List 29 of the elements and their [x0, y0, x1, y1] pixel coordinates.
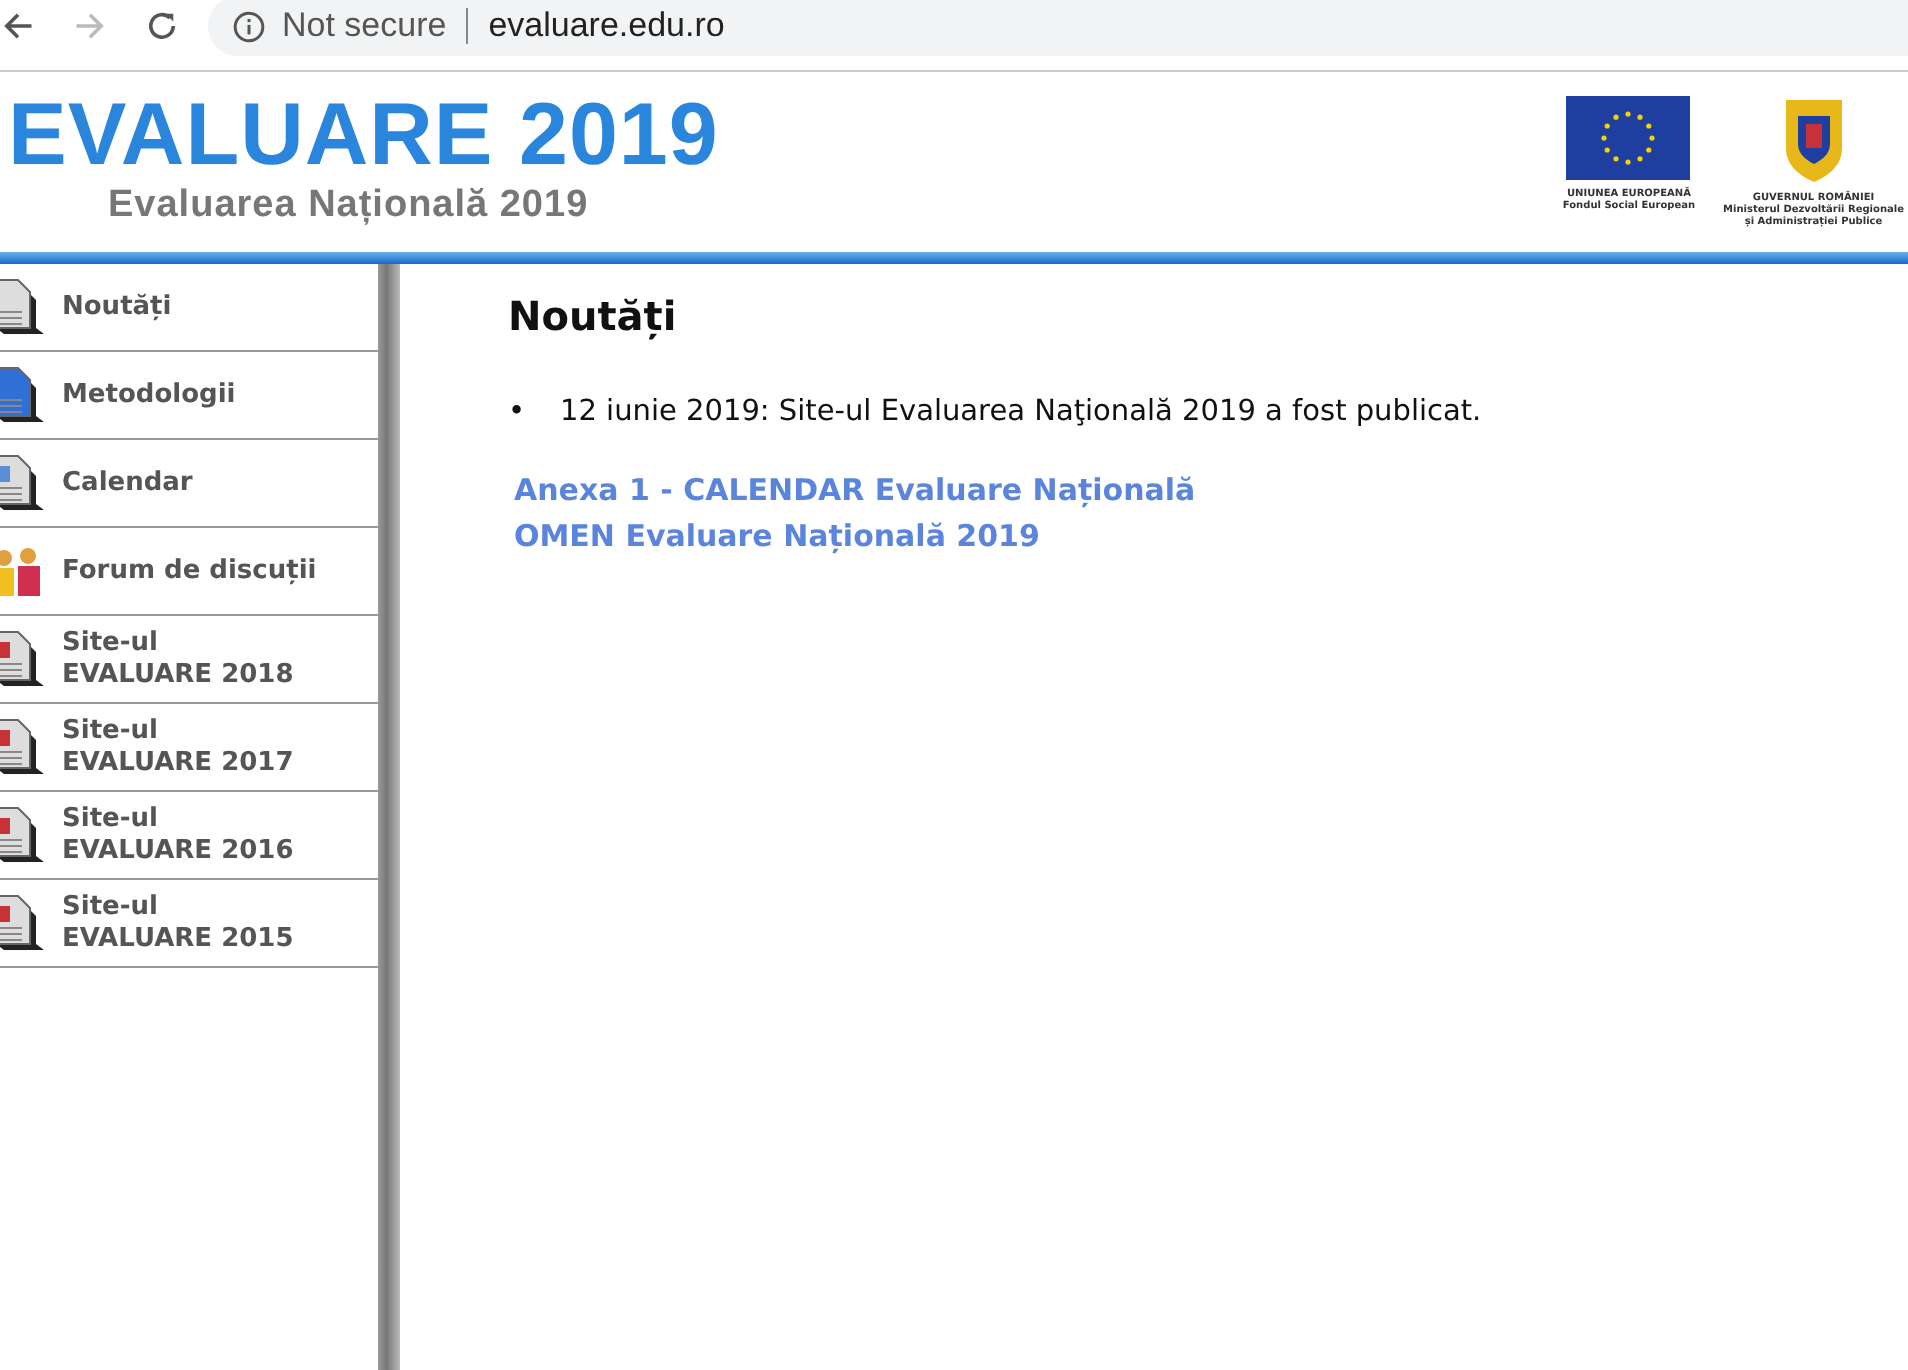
document-icon: [0, 805, 44, 865]
page-heading: Noutăți: [508, 292, 679, 340]
sidebar-item[interactable]: Site-ul EVALUARE 2016: [0, 792, 378, 880]
site-title: EVALUARE 2019: [8, 92, 719, 180]
sidebar-item[interactable]: Calendar: [0, 440, 378, 528]
document-icon: [0, 629, 44, 689]
sidebar-item[interactable]: Site-ul EVALUARE 2015: [0, 880, 378, 968]
bullet: •: [508, 394, 528, 432]
security-label: Not secure: [282, 6, 447, 46]
sidebar-item[interactable]: Site-ul EVALUARE 2017: [0, 704, 378, 792]
url-text: evaluare.edu.ro: [488, 6, 725, 46]
document-link[interactable]: OMEN Evaluare Națională 2019: [514, 518, 1482, 554]
sidebar-item[interactable]: Forum de discuții: [0, 528, 378, 616]
address-bar[interactable]: Not secure evaluare.edu.ro: [208, 0, 1908, 56]
info-icon: [232, 9, 266, 43]
document-icon: [0, 453, 44, 513]
document-link[interactable]: Anexa 1 - CALENDAR Evaluare Națională: [514, 472, 1482, 508]
reload-icon[interactable]: [144, 8, 180, 44]
back-icon[interactable]: [0, 8, 36, 44]
sidebar-item[interactable]: Metodologii: [0, 352, 378, 440]
document-icon: [0, 277, 44, 337]
monitor-icon: [0, 365, 44, 425]
news-item: 12 iunie 2019: Site-ul Evaluarea Naţională 2019 a fost publicat.: [560, 394, 1482, 432]
sidebar-item[interactable]: Site-ul EVALUARE 2018: [0, 616, 378, 704]
site-subtitle: Evaluarea Națională 2019: [108, 184, 591, 228]
sidebar-item[interactable]: Noutăți: [0, 264, 378, 352]
flag-icon: [1566, 96, 1691, 180]
document-icon: [0, 893, 44, 953]
document-icon: [0, 717, 44, 777]
